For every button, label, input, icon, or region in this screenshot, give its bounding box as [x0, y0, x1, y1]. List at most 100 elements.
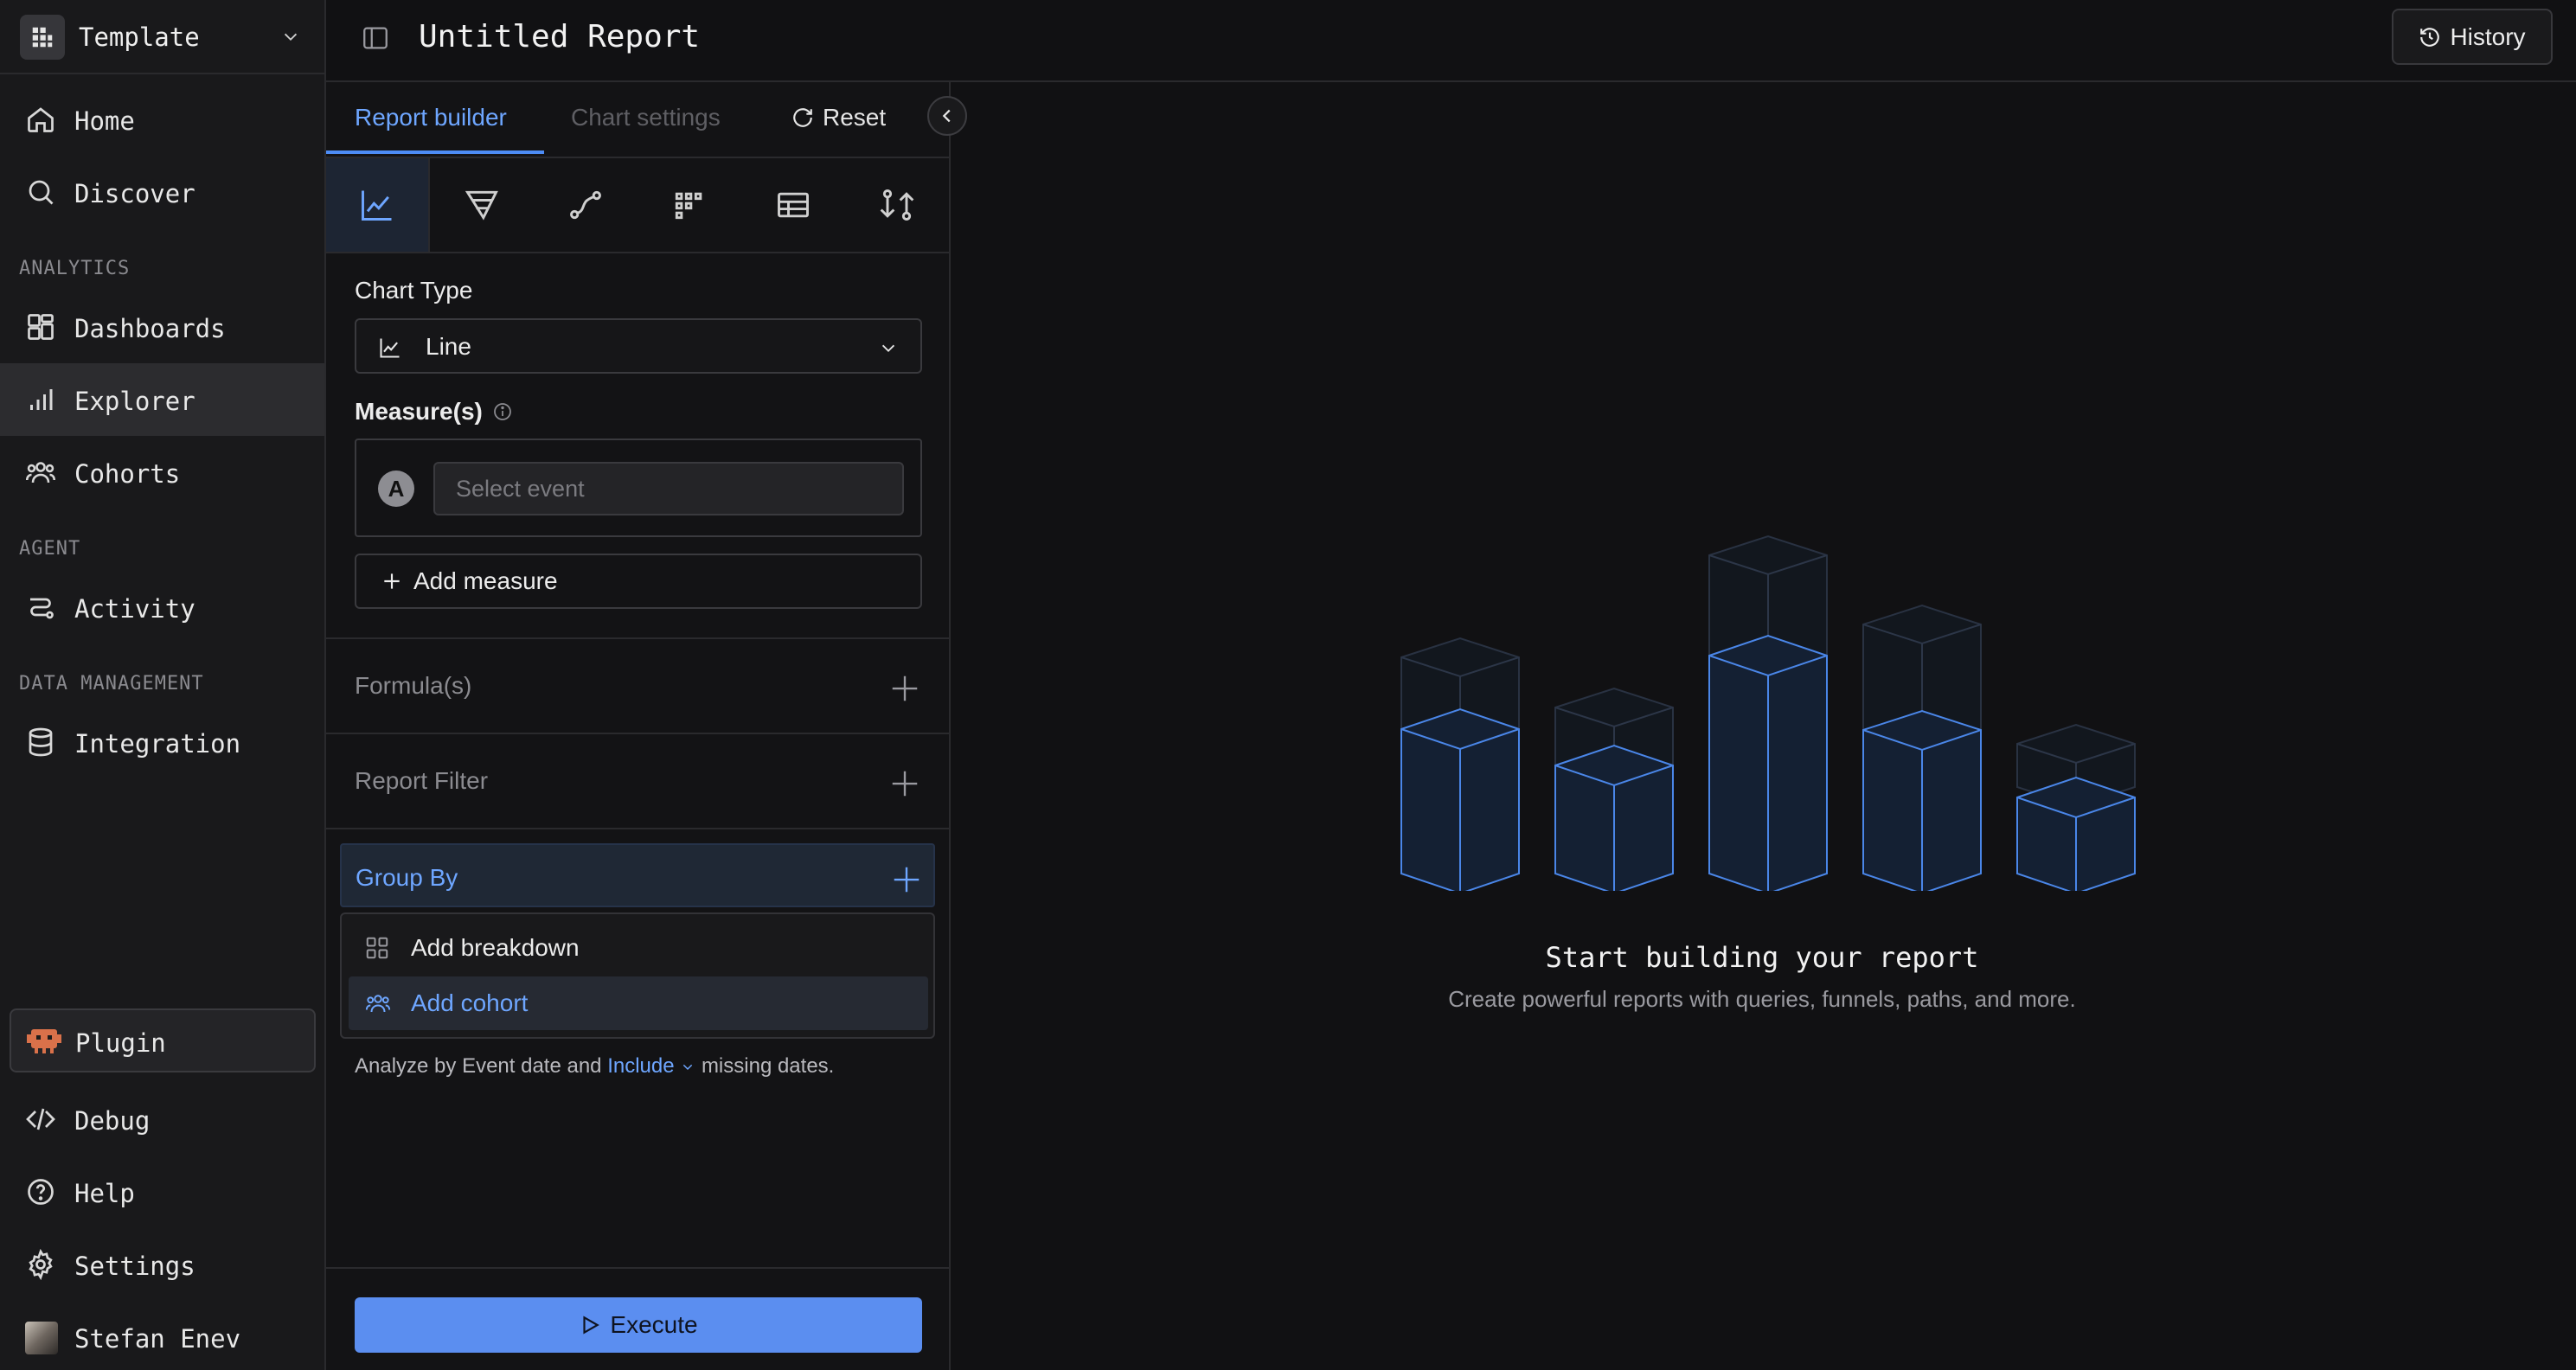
- select-event-input[interactable]: [433, 462, 904, 515]
- users-icon: [25, 457, 56, 488]
- nav-home[interactable]: Home: [0, 83, 324, 156]
- chevron-left-icon: [938, 106, 957, 125]
- nav-plugin[interactable]: Plugin: [10, 1008, 316, 1072]
- add-cohort-label: Add cohort: [411, 989, 529, 1016]
- execute-label: Execute: [610, 1311, 698, 1338]
- info-icon[interactable]: [492, 401, 513, 422]
- line-chart-icon: [358, 186, 396, 224]
- funnel-icon: [463, 186, 501, 224]
- nav-discover-label: Discover: [74, 179, 195, 208]
- tab-chart-settings[interactable]: Chart settings: [571, 104, 721, 131]
- report-type-table[interactable]: [741, 158, 845, 252]
- grid-icon: [20, 15, 65, 60]
- analyze-prefix: Analyze by Event date and: [355, 1054, 602, 1078]
- analyze-options: Analyze by Event date and Include missin…: [355, 1054, 834, 1079]
- table-icon: [774, 186, 812, 224]
- plus-icon[interactable]: [890, 863, 923, 896]
- database-icon: [25, 727, 56, 758]
- nav-help[interactable]: Help: [0, 1156, 324, 1228]
- section-label-data-management: DATA MANAGEMENT: [19, 673, 204, 695]
- reset-label: Reset: [823, 104, 887, 131]
- report-filter-section[interactable]: Report Filter: [326, 733, 949, 828]
- add-measure-button[interactable]: Add measure: [355, 554, 922, 609]
- nav-help-label: Help: [74, 1179, 135, 1208]
- nav-settings-label: Settings: [74, 1252, 195, 1281]
- group-by-section[interactable]: Group By: [340, 843, 935, 907]
- nav-settings[interactable]: Settings: [0, 1228, 324, 1301]
- empty-state-illustration: [1384, 528, 2145, 891]
- section-label-agent: AGENT: [19, 538, 81, 560]
- nav-debug[interactable]: Debug: [0, 1083, 324, 1156]
- nav-cohorts[interactable]: Cohorts: [0, 436, 324, 509]
- reset-icon: [791, 106, 814, 129]
- group-by-menu: Add breakdown Add cohort: [340, 912, 935, 1039]
- user-name: Stefan Enev: [74, 1324, 241, 1354]
- report-type-paths[interactable]: [534, 158, 638, 252]
- include-label: Include: [607, 1054, 675, 1078]
- history-icon: [2419, 26, 2441, 48]
- measure-letter-badge: A: [378, 471, 414, 507]
- add-measure-label: Add measure: [413, 567, 558, 594]
- chart-type-select[interactable]: Line: [355, 318, 922, 374]
- reset-button[interactable]: Reset: [791, 104, 886, 131]
- bar-chart-icon: [25, 384, 56, 415]
- group-by-label: Group By: [356, 864, 458, 891]
- include-dropdown[interactable]: Include: [607, 1054, 702, 1078]
- sidebar-toggle-icon[interactable]: [361, 23, 390, 53]
- help-icon: [25, 1176, 56, 1207]
- chevron-down-icon: [279, 28, 302, 47]
- chart-type-value: Line: [426, 333, 471, 360]
- history-button[interactable]: History: [2392, 9, 2553, 65]
- measures-label: Measure(s): [355, 398, 483, 425]
- menu-item-add-cohort[interactable]: Add cohort: [349, 976, 928, 1030]
- nav-integration[interactable]: Integration: [0, 706, 324, 778]
- plus-icon[interactable]: [888, 767, 921, 800]
- path-icon: [567, 186, 605, 224]
- plugin-icon: [26, 1026, 62, 1055]
- plus-icon: [381, 570, 403, 592]
- collapse-panel-button[interactable]: [927, 96, 967, 136]
- menu-item-add-breakdown[interactable]: Add breakdown: [349, 921, 928, 975]
- plus-icon[interactable]: [888, 672, 921, 705]
- sidebar: Template Home Discover ANALYTICS Dashboa…: [0, 0, 326, 1370]
- nav-activity-label: Activity: [74, 594, 195, 624]
- code-icon: [25, 1104, 56, 1135]
- workspace-switcher[interactable]: Template: [0, 0, 324, 74]
- nav-integration-label: Integration: [74, 729, 241, 759]
- page-title[interactable]: Untitled Report: [419, 19, 700, 54]
- report-type-funnel[interactable]: [430, 158, 534, 252]
- user-profile[interactable]: Stefan Enev: [0, 1301, 324, 1370]
- nav-plugin-label: Plugin: [75, 1028, 166, 1058]
- formulas-section[interactable]: Formula(s): [326, 637, 949, 733]
- section-label-analytics: ANALYTICS: [19, 258, 131, 279]
- nav-explorer[interactable]: Explorer: [0, 363, 324, 436]
- report-type-flows[interactable]: [845, 158, 949, 252]
- nav-activity[interactable]: Activity: [0, 571, 324, 643]
- tab-report-builder[interactable]: Report builder: [355, 104, 507, 131]
- home-icon: [25, 104, 56, 135]
- breakdown-icon: [364, 935, 390, 961]
- dashboards-icon: [25, 311, 56, 342]
- analyze-suffix: missing dates.: [701, 1054, 835, 1078]
- footer-divider: [326, 1267, 949, 1269]
- line-chart-icon: [378, 336, 402, 360]
- report-type-retention[interactable]: [638, 158, 741, 252]
- add-breakdown-label: Add breakdown: [411, 934, 580, 961]
- divider: [326, 828, 949, 829]
- report-filter-label: Report Filter: [355, 767, 489, 794]
- empty-state-subtitle: Create powerful reports with queries, fu…: [1448, 986, 2076, 1012]
- nav-explorer-label: Explorer: [74, 387, 195, 416]
- formulas-label: Formula(s): [355, 672, 472, 699]
- measure-a: A: [355, 439, 922, 537]
- nav-discover[interactable]: Discover: [0, 156, 324, 228]
- active-tab-indicator: [326, 150, 544, 154]
- empty-state-title: Start building your report: [1545, 941, 1979, 974]
- avatar: [25, 1322, 58, 1354]
- report-builder-panel: Report builder Chart settings Reset Char…: [326, 82, 967, 1370]
- workspace-name: Template: [79, 22, 200, 52]
- execute-button[interactable]: Execute: [355, 1297, 922, 1353]
- nav-dashboards[interactable]: Dashboards: [0, 291, 324, 363]
- chevron-down-icon: [683, 1064, 693, 1070]
- nav-home-label: Home: [74, 106, 135, 136]
- report-type-insights[interactable]: [326, 158, 430, 252]
